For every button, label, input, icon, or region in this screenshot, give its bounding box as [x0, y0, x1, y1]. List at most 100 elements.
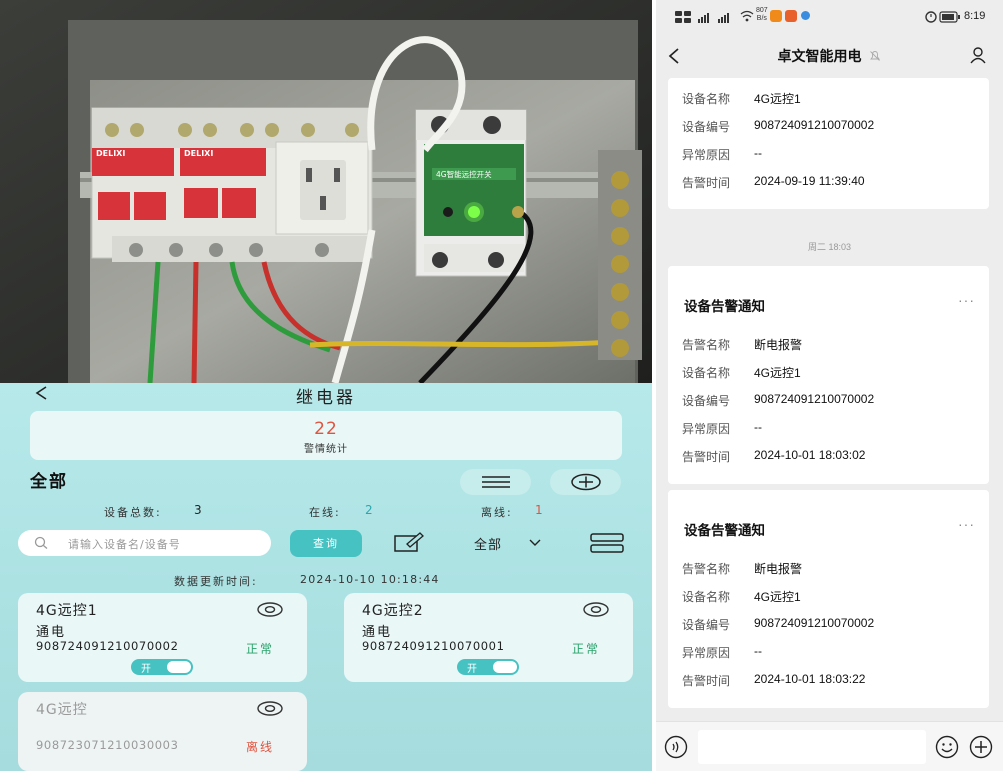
time-separator: 周二 18:03 — [807, 242, 852, 252]
status-bar: 807 B/s 8:19 — [656, 0, 1003, 34]
batch-edit-icon[interactable] — [393, 531, 425, 553]
toggle-knob — [167, 661, 191, 673]
device-state-badge: 正常 — [246, 642, 275, 656]
net-speed-unit: B/s — [756, 15, 767, 22]
field-value: 4G远控1 — [754, 590, 801, 604]
alarm-message-card[interactable]: 设备名称 4G远控1 设备编号 908724091210070002 异常原因 … — [668, 78, 989, 209]
offline-value: 1 — [535, 503, 543, 517]
alarm-count: 22 — [314, 419, 338, 439]
message-input[interactable] — [698, 730, 926, 764]
device-id: 908724091210070001 — [362, 639, 505, 653]
net-speed-value: 807 — [756, 7, 768, 14]
settings-icon[interactable] — [256, 700, 284, 717]
alarm-label: 警情统计 — [304, 444, 348, 455]
device-state-badge: 正常 — [572, 642, 601, 656]
relay-app-screen: 继电器 22 警情统计 全部 设备总数: 3 在线: 2 离线: 1 请输入设备… — [0, 383, 652, 771]
electrical-box-image: DELIXI DELIXI 4G智能远控开关 — [0, 0, 652, 383]
alarm-message-card[interactable]: 设备告警通知 ··· 告警名称 断电报警 设备名称 4G远控1 设备编号 908… — [668, 266, 989, 484]
add-device-button[interactable] — [550, 469, 621, 495]
field-value: 2024-10-01 18:03:02 — [754, 448, 866, 462]
chat-nav-bar: 卓文智能用电 — [656, 34, 1003, 78]
add-attachment-icon[interactable] — [969, 735, 993, 759]
chat-input-bar — [656, 721, 1003, 771]
field-key: 告警时间 — [682, 674, 731, 688]
chevron-down-icon[interactable] — [528, 538, 542, 547]
grid-view-icon[interactable] — [589, 532, 625, 554]
field-value: -- — [754, 420, 762, 434]
online-label: 在线: — [309, 506, 341, 519]
net-speed: 807 B/s — [756, 7, 768, 23]
chat-title: 卓文智能用电 — [656, 46, 1003, 66]
field-key: 异常原因 — [682, 422, 731, 436]
device-power-status: 通电 — [362, 625, 393, 640]
clock-time: 8:19 — [964, 10, 986, 22]
voice-input-icon[interactable] — [664, 735, 688, 759]
query-button[interactable]: 查询 — [290, 530, 362, 557]
field-value: 2024-09-19 11:39:40 — [754, 174, 865, 188]
toggle-knob — [493, 661, 517, 673]
settings-icon[interactable] — [582, 601, 610, 618]
total-value: 3 — [194, 503, 202, 517]
breaker-brand-2: DELIXI — [184, 149, 213, 158]
offline-label: 离线: — [481, 506, 513, 519]
field-key: 设备名称 — [682, 590, 731, 604]
more-icon[interactable]: ··· — [958, 292, 975, 308]
field-key: 告警名称 — [682, 562, 731, 576]
search-placeholder: 请输入设备名/设备号 — [68, 538, 181, 551]
field-key: 设备名称 — [682, 92, 731, 106]
sim-icon — [675, 11, 691, 23]
chat-screen: 807 B/s 8:19 卓文智能用电 设备名称 4G远控1 设备编号 9087… — [656, 0, 1003, 771]
chat-title-text: 卓文智能用电 — [777, 48, 862, 64]
breaker-brand-1: DELIXI — [96, 149, 125, 158]
wifi-icon — [740, 10, 754, 22]
field-value: 908724091210070002 — [754, 616, 875, 630]
search-icon — [34, 536, 48, 549]
field-value: 断电报警 — [754, 562, 803, 576]
device-name: 4G远控1 — [36, 603, 98, 619]
device-photo: DELIXI DELIXI 4G智能远控开关 — [0, 0, 652, 383]
field-key: 设备编号 — [682, 120, 731, 134]
updated-value: 2024-10-10 10:18:44 — [300, 573, 440, 586]
add-icon — [570, 473, 601, 491]
field-value: 908724091210070002 — [754, 118, 875, 132]
mute-bell-icon — [870, 51, 881, 61]
field-key: 设备编号 — [682, 618, 731, 632]
field-key: 异常原因 — [682, 148, 731, 162]
alarm-message-card[interactable]: 设备告警通知 ··· 告警名称 断电报警 设备名称 4G远控1 设备编号 908… — [668, 490, 989, 708]
field-value: 4G远控1 — [754, 366, 801, 380]
filter-title: 全部 — [30, 472, 68, 492]
profile-icon[interactable] — [969, 46, 987, 64]
field-value: 2024-10-01 18:03:22 — [754, 672, 866, 686]
field-key: 告警时间 — [682, 176, 731, 190]
device-power-status: 通电 — [36, 625, 67, 640]
battery-icon — [939, 11, 960, 23]
toggle-label: 开 — [141, 664, 151, 675]
updated-label: 数据更新时间: — [174, 575, 258, 588]
power-toggle[interactable]: 开 — [457, 659, 519, 675]
list-icon — [481, 476, 510, 488]
device-name: 4G远控2 — [362, 603, 424, 619]
app-notification-icon — [770, 10, 782, 22]
field-key: 异常原因 — [682, 646, 731, 660]
field-value: 断电报警 — [754, 338, 803, 352]
app-notification-icon — [801, 11, 810, 20]
power-toggle[interactable]: 开 — [131, 659, 193, 675]
device-name: 4G远控 — [36, 702, 88, 718]
field-key: 设备名称 — [682, 366, 731, 380]
alarm-clock-icon — [925, 11, 937, 23]
list-view-button[interactable] — [460, 469, 531, 495]
status-dropdown[interactable]: 全部 — [474, 534, 502, 553]
dropdown-value: 全部 — [474, 538, 503, 553]
emoji-icon[interactable] — [935, 735, 959, 759]
field-value: -- — [754, 146, 762, 160]
field-value: 908724091210070002 — [754, 392, 875, 406]
signal-icon — [698, 13, 729, 23]
device-id: 908724091210070002 — [36, 639, 179, 653]
field-value: -- — [754, 644, 762, 658]
field-key: 告警时间 — [682, 450, 731, 464]
search-field[interactable]: 请输入设备名/设备号 — [18, 530, 271, 556]
total-label: 设备总数: — [104, 506, 162, 519]
settings-icon[interactable] — [256, 601, 284, 618]
field-key: 设备编号 — [682, 394, 731, 408]
more-icon[interactable]: ··· — [958, 516, 975, 532]
